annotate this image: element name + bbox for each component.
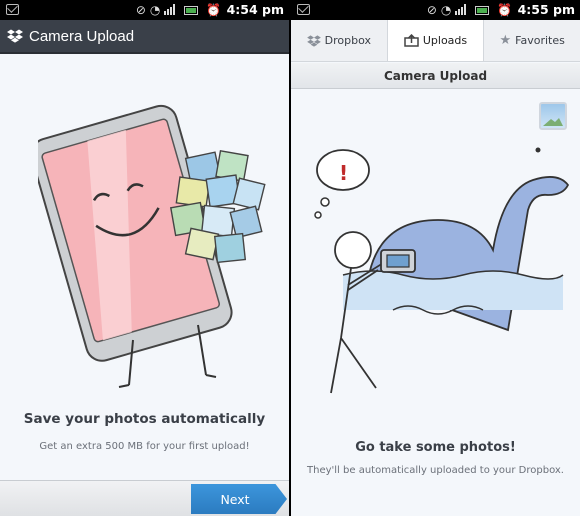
dropbox-logo-icon bbox=[7, 29, 23, 43]
stick-figure-photographing-monster-illustration: ! bbox=[314, 147, 569, 394]
section-header: Camera Upload bbox=[291, 63, 580, 89]
tab-label: Favorites bbox=[515, 34, 565, 47]
empty-state-headline: Go take some photos! bbox=[355, 440, 516, 455]
gallery-picker-icon[interactable] bbox=[539, 102, 567, 130]
vibrate-icon: ⊘ bbox=[426, 3, 441, 17]
status-icons: ⊘◔ ⏰ bbox=[136, 3, 225, 17]
battery-icon bbox=[475, 6, 490, 15]
dropbox-icon bbox=[306, 34, 321, 47]
tab-label: Uploads bbox=[422, 34, 468, 47]
status-time: 4:54 pm bbox=[226, 2, 284, 17]
screen-title: Camera Upload bbox=[29, 28, 135, 45]
onboarding-headline: Save your photos automatically bbox=[23, 411, 266, 427]
upload-icon bbox=[404, 34, 419, 47]
alarm-icon: ⏰ bbox=[497, 3, 516, 17]
star-icon: ★ bbox=[499, 33, 512, 48]
action-bar: Camera Upload bbox=[0, 20, 289, 54]
status-icons: ⊘◔ ⏰ bbox=[427, 3, 516, 17]
phone-with-photos-illustration bbox=[38, 104, 266, 388]
mail-notification-icon bbox=[297, 4, 310, 15]
camera-upload-intro-screen: ⊘◔ ⏰ 4:54 pm Camera Upload Save your pho… bbox=[0, 0, 289, 516]
status-time: 4:55 pm bbox=[517, 2, 575, 17]
wifi-icon: ◔ bbox=[149, 3, 165, 17]
svg-text:!: ! bbox=[339, 161, 348, 185]
vibrate-icon: ⊘ bbox=[135, 3, 150, 17]
tab-bar: Dropbox Uploads ★ Favorites bbox=[291, 20, 580, 62]
signal-icon bbox=[455, 4, 467, 15]
onboarding-subtext: Get an extra 500 MB for your first uploa… bbox=[39, 441, 250, 452]
alarm-icon: ⏰ bbox=[206, 3, 225, 17]
next-button[interactable]: Next bbox=[191, 484, 287, 514]
bottom-bar: Next bbox=[0, 480, 289, 516]
tab-favorites[interactable]: ★ Favorites bbox=[484, 20, 580, 61]
mail-notification-icon bbox=[6, 4, 19, 15]
tab-label: Dropbox bbox=[324, 34, 372, 47]
signal-icon bbox=[164, 4, 176, 15]
status-bar: ⊘◔ ⏰ 4:54 pm bbox=[0, 0, 289, 20]
wifi-icon: ◔ bbox=[440, 3, 456, 17]
battery-icon bbox=[184, 6, 199, 15]
status-bar: ⊘◔ ⏰ 4:55 pm bbox=[291, 0, 580, 20]
uploads-empty-screen: ⊘◔ ⏰ 4:55 pm Dropbox Uploads ★ Favorites… bbox=[291, 0, 580, 516]
empty-state-subtext: They'll be automatically uploaded to you… bbox=[307, 465, 564, 476]
tab-dropbox[interactable]: Dropbox bbox=[291, 20, 388, 61]
tab-uploads[interactable]: Uploads bbox=[387, 20, 485, 61]
